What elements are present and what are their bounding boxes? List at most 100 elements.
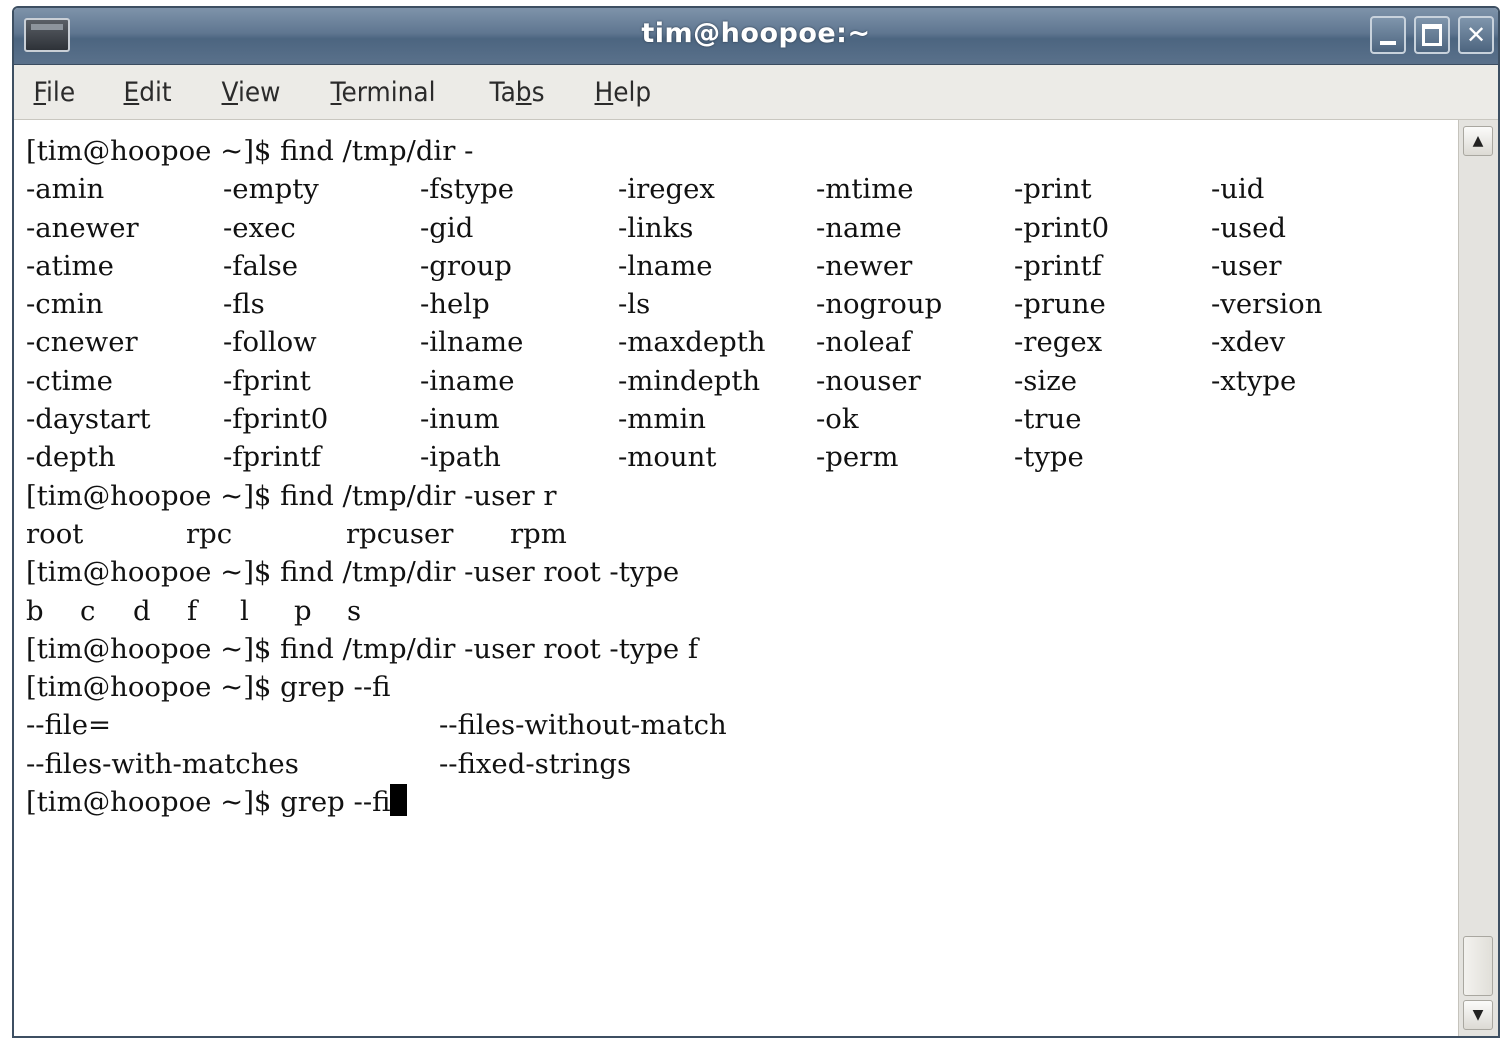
current-command: [tim@hoopoe ~]$ grep --fi (26, 786, 391, 819)
completion-item: -iregex (618, 173, 715, 206)
completion-item: -gid (420, 211, 474, 244)
maximize-button[interactable] (1414, 16, 1450, 54)
menu-terminal[interactable]: Terminal (325, 75, 441, 110)
menu-edit[interactable]: Edit (118, 75, 177, 110)
completion-item: -depth (26, 441, 116, 474)
type-completion-list: bcdflps (26, 592, 1462, 630)
completion-row: -depth -fprintf -ipath -mount -perm -type (26, 438, 1462, 476)
completion-item: -used (1211, 211, 1286, 244)
completion-row: --files-with-matches --fixed-strings (26, 745, 1462, 783)
completion-item: -help (420, 288, 490, 321)
completion-item: -empty (223, 173, 319, 206)
completion-row: -anewer -exec -gid -links -name -print0 -used (26, 209, 1462, 247)
terminal-output[interactable]: [tim@hoopoe ~]$ find /tmp/dir - -amin -em… (14, 120, 1462, 1036)
completion-item: -links (618, 211, 694, 244)
completion-item: -ls (618, 288, 651, 321)
completion-item: -ok (816, 403, 859, 436)
completion-item: -print (1014, 173, 1092, 206)
completion-item: d (133, 594, 151, 627)
completion-row: -ctime -fprint -iname -mindepth -nouser -size… (26, 362, 1462, 400)
completion-item: -amin (26, 173, 105, 206)
completion-item: -mount (618, 441, 717, 474)
completion-item: -anewer (26, 211, 139, 244)
completion-item: -xdev (1211, 326, 1286, 359)
completion-item: -ilname (420, 326, 524, 359)
completion-item: -size (1014, 364, 1077, 397)
completion-item: --fixed-strings (439, 747, 632, 780)
completion-item: p (294, 594, 312, 627)
title-bar[interactable]: tim@hoopoe:~ ✕ (14, 8, 1498, 65)
completion-item: -follow (223, 326, 317, 359)
completion-item: -mtime (816, 173, 914, 206)
maximize-icon (1422, 24, 1442, 46)
prompt-line: [tim@hoopoe ~]$ find /tmp/dir -user root… (26, 632, 699, 665)
completion-item: -cnewer (26, 326, 138, 359)
scroll-down-button[interactable]: ▼ (1463, 1000, 1493, 1030)
completion-item: -mmin (618, 403, 706, 436)
completion-item: -user (1211, 249, 1282, 282)
completion-item: --files-with-matches (26, 747, 299, 780)
completion-item: -fprint (223, 364, 311, 397)
arrow-down-icon: ▼ (1472, 1007, 1484, 1023)
completion-row: --file= --files-without-match (26, 706, 1462, 744)
completion-item: -fprint0 (223, 403, 329, 436)
completion-item: -prune (1014, 288, 1106, 321)
completion-item: b (26, 594, 44, 627)
grep-completion-list: --file= --files-without-match --files-with… (26, 706, 1462, 783)
completion-item: -type (1014, 441, 1084, 474)
menu-file[interactable]: File (28, 75, 81, 110)
completion-item: -regex (1014, 326, 1103, 359)
minimize-icon (1380, 41, 1396, 45)
completion-item: -cmin (26, 288, 104, 321)
completion-row: -atime -false -group -lname -newer -printf -us… (26, 247, 1462, 285)
completion-item: l (240, 594, 249, 627)
completion-item: -iname (420, 364, 515, 397)
completion-item: -lname (618, 249, 713, 282)
completion-item: -uid (1211, 173, 1265, 206)
vertical-scrollbar[interactable]: ▲ ▼ (1458, 120, 1498, 1036)
completion-item: -version (1211, 288, 1323, 321)
completion-item: -perm (816, 441, 899, 474)
completion-row: -cnewer -follow -ilname -maxdepth -noleaf -re… (26, 323, 1462, 361)
completion-item: -inum (420, 403, 500, 436)
completion-item: -fprintf (223, 441, 321, 474)
completion-item: root (26, 517, 84, 550)
completion-item: -nogroup (816, 288, 943, 321)
minimize-button[interactable] (1370, 16, 1406, 54)
completion-item: -mindepth (618, 364, 761, 397)
find-completion-list: -amin -empty -fstype -iregex -mtime -print -ui… (26, 170, 1462, 476)
menu-bar: File Edit View Terminal Tabs Help (14, 65, 1498, 120)
close-button[interactable]: ✕ (1458, 16, 1494, 54)
completion-row: -amin -empty -fstype -iregex -mtime -print -ui… (26, 170, 1462, 208)
completion-item: -ctime (26, 364, 113, 397)
completion-item: -maxdepth (618, 326, 766, 359)
menu-help[interactable]: Help (589, 75, 657, 110)
close-icon: ✕ (1465, 21, 1487, 49)
prompt-line: [tim@hoopoe ~]$ grep --fi (26, 671, 391, 704)
completion-item: -group (420, 249, 512, 282)
prompt-line: [tim@hoopoe ~]$ find /tmp/dir - (26, 135, 474, 167)
user-completion-list: root rpc rpcuser rpm (26, 515, 1462, 553)
prompt-line: [tim@hoopoe ~]$ find /tmp/dir -user r (26, 479, 557, 512)
completion-item: -nouser (816, 364, 921, 397)
window-title: tim@hoopoe:~ (641, 18, 871, 49)
completion-item: -ipath (420, 441, 501, 474)
completion-item: rpcuser (346, 517, 454, 550)
completion-item: rpm (510, 517, 567, 550)
completion-item: c (80, 594, 96, 627)
scrollbar-thumb[interactable] (1463, 936, 1493, 996)
completion-item: -noleaf (816, 326, 912, 359)
current-prompt-line[interactable]: [tim@hoopoe ~]$ grep --fi (26, 783, 1462, 821)
completion-item: -fstype (420, 173, 515, 206)
completion-item: -atime (26, 249, 114, 282)
completion-item: -true (1014, 403, 1082, 436)
menu-tabs[interactable]: Tabs (484, 75, 550, 110)
completion-item: -newer (816, 249, 913, 282)
completion-item: -name (816, 211, 902, 244)
completion-item: --files-without-match (439, 709, 727, 742)
menu-view[interactable]: View (216, 75, 286, 110)
completion-item: -fls (223, 288, 265, 321)
prompt-line: [tim@hoopoe ~]$ find /tmp/dir -user root… (26, 556, 680, 589)
scroll-up-button[interactable]: ▲ (1463, 126, 1493, 156)
completion-row: -daystart -fprint0 -inum -mmin -ok -true (26, 400, 1462, 438)
